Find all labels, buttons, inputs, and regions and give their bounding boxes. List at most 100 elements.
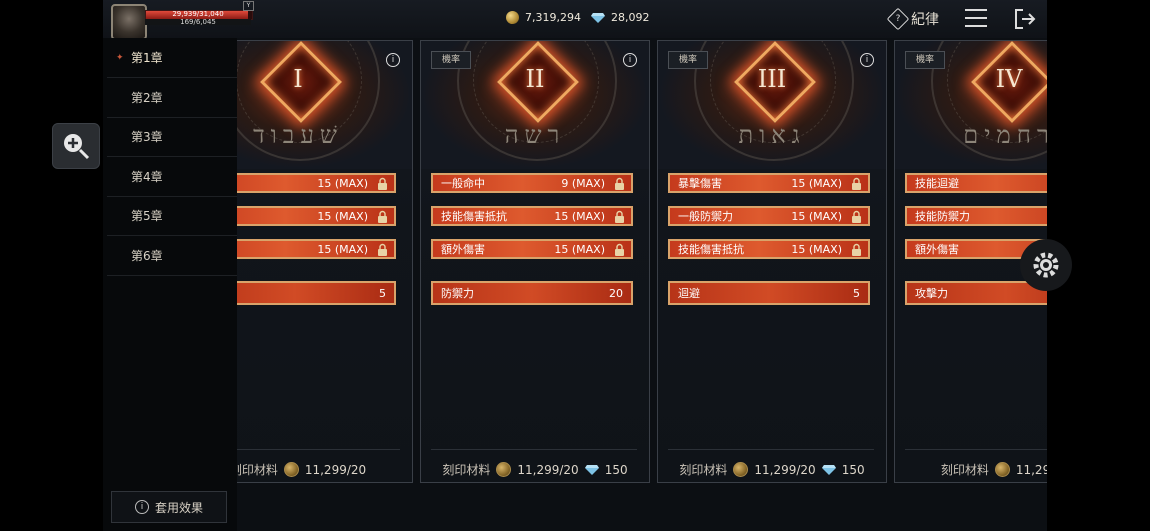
probability-tag[interactable]: 機率 bbox=[431, 51, 471, 69]
rules-button[interactable]: ? 紀律 bbox=[886, 7, 939, 31]
extra-stat-value: 5 bbox=[853, 287, 860, 300]
stat-name: 一般命中 bbox=[441, 177, 485, 190]
stat-value: 15 (MAX) bbox=[317, 210, 368, 223]
chapter-label: 第4章 bbox=[131, 169, 163, 184]
engrave-material-icon bbox=[283, 462, 299, 477]
lock-icon[interactable] bbox=[614, 177, 625, 190]
chapter-item-2[interactable]: 第2章 bbox=[107, 79, 237, 118]
lock-icon[interactable] bbox=[377, 243, 388, 256]
lock-icon[interactable] bbox=[377, 177, 388, 190]
stat-name: 技能傷害抵抗 bbox=[441, 210, 507, 223]
stat-row[interactable]: 技能防禦力15 bbox=[905, 206, 1047, 226]
stat-name: 技能防禦力 bbox=[915, 210, 970, 223]
diamond-gem-icon bbox=[591, 12, 605, 23]
info-icon[interactable]: i bbox=[386, 53, 400, 67]
apply-effect-label: 套用效果 bbox=[154, 500, 203, 515]
extra-stat-row: 攻擊力 bbox=[905, 281, 1047, 305]
engrave-material-icon bbox=[994, 462, 1010, 477]
chapter-item-3[interactable]: 第3章 bbox=[107, 118, 237, 157]
gem-cost: 150 bbox=[841, 462, 865, 477]
stat-value: 15 (MAX) bbox=[791, 243, 842, 256]
stat-value: 15 (MAX) bbox=[791, 177, 842, 190]
chapter-label: 第2章 bbox=[131, 90, 163, 105]
info-icon: i bbox=[134, 500, 149, 514]
stat-name: 技能迴避 bbox=[915, 177, 959, 190]
gold-amount: 7,319,294 bbox=[525, 11, 581, 24]
extra-stat-name: 攻擊力 bbox=[915, 287, 948, 300]
roman-numeral: III bbox=[757, 65, 787, 93]
roman-numeral: IV bbox=[995, 65, 1023, 93]
materials-label: 刻印材料 bbox=[442, 463, 491, 477]
engrave-card-3: III גאות 機率 i 暴擊傷害 15 (MAX) 一般防禦力 15 (MAX) 技能傷害抵… bbox=[657, 40, 887, 483]
probability-tag[interactable]: 機率 bbox=[905, 51, 945, 69]
materials-label: 刻印材料 bbox=[940, 463, 989, 477]
character-portrait[interactable] bbox=[111, 4, 147, 40]
materials-count: 11,299/20 bbox=[754, 462, 816, 477]
materials-count: 11,299/20 bbox=[1015, 462, 1047, 477]
chapter-item-4[interactable]: 第4章 bbox=[107, 158, 237, 197]
hp-text: 29,939/31,040 bbox=[172, 10, 224, 18]
lock-icon[interactable] bbox=[614, 243, 625, 256]
info-icon[interactable]: i bbox=[623, 53, 637, 67]
stat-row[interactable]: 一般防禦力 15 (MAX) bbox=[668, 206, 870, 226]
hamburger-menu-icon[interactable] bbox=[965, 9, 987, 29]
gold-coin-icon bbox=[506, 11, 519, 24]
active-chapter-marker-icon: ✦ bbox=[116, 53, 124, 63]
materials-label: 刻印材料 bbox=[229, 463, 278, 477]
apply-effect-button[interactable]: i 套用效果 bbox=[111, 491, 227, 523]
engrave-card-2: II רשה 機率 i 一般命中 9 (MAX) 技能傷害抵抗 15 (MAX) 額外傷害 15 … bbox=[420, 40, 650, 483]
chapter-item-5[interactable]: 第5章 bbox=[107, 197, 237, 236]
mp-text: 169/6,045 bbox=[180, 18, 216, 26]
materials-count: 11,299/20 bbox=[304, 462, 367, 477]
stat-value: 15 (MAX) bbox=[317, 177, 368, 190]
extra-stat-value: 5 bbox=[379, 287, 386, 300]
materials-row: 刻印材料 11,299/20 150 bbox=[658, 461, 886, 478]
chapter-label: 第1章 bbox=[131, 51, 163, 65]
lock-icon[interactable] bbox=[851, 243, 862, 256]
gem-amount: 28,092 bbox=[611, 11, 650, 24]
emblem-script: רחמים bbox=[963, 121, 1047, 149]
gold-currency: 7,319,294 bbox=[506, 11, 581, 24]
engrave-material-icon bbox=[496, 462, 512, 477]
lock-icon[interactable] bbox=[851, 210, 862, 223]
materials-row: 刻印材料 11,299/20 150 bbox=[421, 461, 649, 478]
stat-row[interactable]: 技能傷害抵抗 15 (MAX) bbox=[668, 239, 870, 259]
lock-icon[interactable] bbox=[377, 210, 388, 223]
top-bar: 29,939/31,040 169/6,045 Y 7,319,294 28,0… bbox=[103, 0, 1047, 40]
chapter-item-6[interactable]: 第6章 bbox=[107, 237, 237, 276]
materials-label: 刻印材料 bbox=[679, 463, 728, 477]
divider bbox=[905, 449, 1047, 450]
stat-row[interactable]: 技能迴避9 bbox=[905, 173, 1047, 193]
settings-button[interactable] bbox=[1020, 239, 1072, 291]
extra-stat-value: 20 bbox=[609, 287, 623, 300]
chapter-label: 第3章 bbox=[131, 130, 163, 144]
gem-currency: 28,092 bbox=[591, 11, 650, 24]
divider bbox=[431, 449, 637, 450]
stat-row[interactable]: 暴擊傷害 15 (MAX) bbox=[668, 173, 870, 193]
chapter-label: 第5章 bbox=[131, 209, 163, 223]
stat-value: 15 (MAX) bbox=[554, 210, 605, 223]
y-badge: Y bbox=[243, 1, 254, 11]
exit-icon[interactable] bbox=[1013, 8, 1037, 30]
emblem-script: רשה bbox=[504, 121, 566, 149]
stat-name: 技能傷害抵抗 bbox=[678, 243, 744, 256]
question-diamond-icon: ? bbox=[886, 7, 910, 31]
diamond-gem-icon bbox=[821, 464, 836, 475]
gear-icon bbox=[1033, 252, 1059, 278]
roman-numeral: II bbox=[525, 65, 545, 93]
info-icon[interactable]: i bbox=[860, 53, 874, 67]
probability-tag[interactable]: 機率 bbox=[668, 51, 708, 69]
lock-icon[interactable] bbox=[851, 177, 862, 190]
stat-row[interactable]: 額外傷害 15 (MAX) bbox=[431, 239, 633, 259]
extra-stat-row: 防禦力 20 bbox=[431, 281, 633, 305]
chapter-item-1[interactable]: ✦ 第1章 bbox=[107, 39, 237, 78]
stat-name: 暴擊傷害 bbox=[678, 177, 722, 190]
stat-row[interactable]: 一般命中 9 (MAX) bbox=[431, 173, 633, 193]
divider bbox=[668, 449, 874, 450]
materials-row: 刻印材料 11,299/20 bbox=[895, 461, 1047, 478]
lock-icon[interactable] bbox=[614, 210, 625, 223]
stat-row[interactable]: 技能傷害抵抗 15 (MAX) bbox=[431, 206, 633, 226]
zoom-in-button[interactable] bbox=[52, 123, 100, 169]
gem-cost: 150 bbox=[604, 462, 628, 477]
rules-label: 紀律 bbox=[911, 12, 939, 28]
